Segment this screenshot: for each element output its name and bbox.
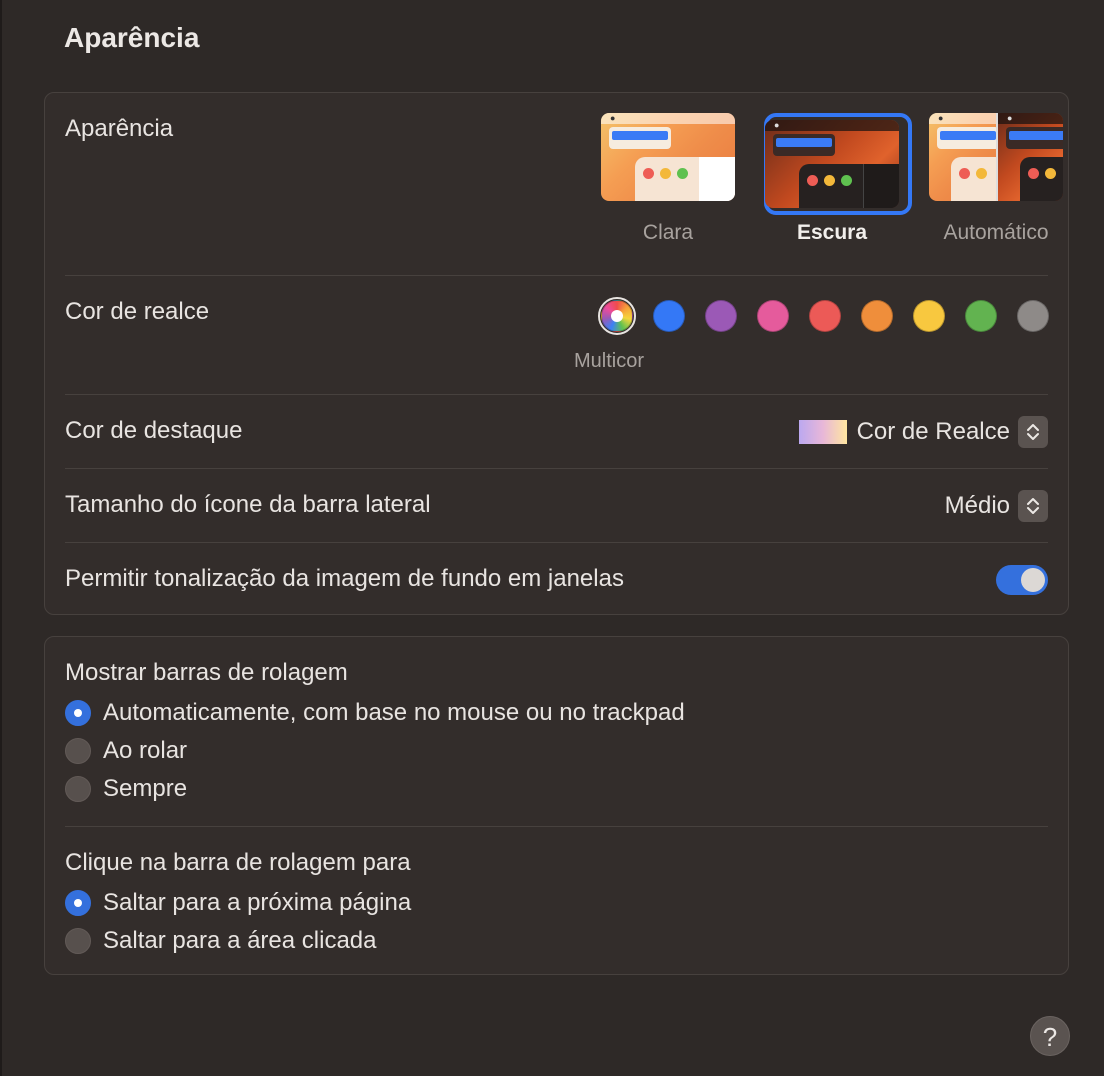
- radio-button[interactable]: [65, 700, 91, 726]
- highlight-color-swatch: [798, 420, 847, 444]
- highlight-color-popup[interactable]: Cor de Realce: [798, 415, 1048, 449]
- show-scrollbars-option-scrolling[interactable]: Ao rolar: [65, 736, 187, 766]
- appearance-label: Aparência: [65, 115, 174, 142]
- show-scrollbars-title: Mostrar barras de rolagem: [65, 659, 348, 686]
- radio-label: Ao rolar: [103, 737, 188, 764]
- accent-pink-swatch[interactable]: [757, 300, 789, 332]
- appearance-option-auto[interactable]: ● ● Automático: [921, 113, 1071, 245]
- wallpaper-tinting-row: Permitir tonalização da imagem de fundo …: [65, 543, 1048, 615]
- accent-purple-swatch[interactable]: [705, 300, 737, 332]
- appearance-group: Aparência ● Clara ● Escura ● ● Automátic…: [44, 92, 1069, 615]
- dark-preview: ●: [765, 120, 899, 208]
- settings-window: Aparência Aparência ● Clara ● Escura ● ●…: [0, 0, 1104, 1076]
- toggle-knob: [1021, 568, 1045, 592]
- accent-green-swatch[interactable]: [965, 300, 997, 332]
- appearance-option-dark-label: Escura: [796, 221, 868, 244]
- apple-icon: ●: [610, 113, 616, 123]
- radio-button[interactable]: [65, 776, 91, 802]
- sidebar-icon-size-row: Tamanho do ícone da barra lateral Médio: [65, 469, 1048, 541]
- accent-red-swatch[interactable]: [809, 300, 841, 332]
- scrollbar-group: Mostrar barras de rolagem Automaticament…: [44, 636, 1069, 975]
- click-scrollbar-option-next-page[interactable]: Saltar para a próxima página: [65, 888, 411, 918]
- highlight-color-row: Cor de destaque Cor de Realce: [65, 395, 1048, 467]
- accent-yellow-swatch[interactable]: [913, 300, 945, 332]
- highlight-color-value: Cor de Realce: [856, 418, 1010, 445]
- appearance-option-dark[interactable]: ● Escura: [757, 113, 912, 245]
- accent-blue-swatch[interactable]: [653, 300, 685, 332]
- show-scrollbars-option-always[interactable]: Sempre: [65, 774, 187, 804]
- show-scrollbars-option-auto[interactable]: Automaticamente, com base no mouse ou no…: [65, 698, 685, 728]
- radio-button[interactable]: [65, 890, 91, 916]
- radio-label: Saltar para a próxima página: [103, 889, 412, 916]
- click-scrollbar-title: Clique na barra de rolagem para: [65, 849, 411, 876]
- divider: [65, 826, 1048, 827]
- accent-multicolor-swatch[interactable]: [598, 297, 636, 335]
- appearance-option-light-label: Clara: [642, 221, 694, 244]
- apple-icon: ●: [774, 120, 780, 130]
- radio-button[interactable]: [65, 738, 91, 764]
- radio-label: Saltar para a área clicada: [103, 927, 377, 954]
- radio-button[interactable]: [65, 928, 91, 954]
- appearance-option-light[interactable]: ● Clara: [593, 113, 743, 245]
- wallpaper-tinting-label: Permitir tonalização da imagem de fundo …: [65, 565, 624, 592]
- accent-orange-swatch[interactable]: [861, 300, 893, 332]
- highlight-color-label: Cor de destaque: [65, 417, 243, 444]
- sidebar-icon-size-popup[interactable]: Médio: [945, 489, 1048, 523]
- accent-color-row: Cor de realce Multicor: [65, 276, 1049, 394]
- accent-color-label: Cor de realce: [65, 298, 210, 325]
- help-button[interactable]: ?: [1030, 1016, 1070, 1056]
- sidebar-icon-size-value: Médio: [944, 492, 1010, 519]
- radio-label: Automaticamente, com base no mouse ou no…: [103, 699, 685, 726]
- chevron-updown-icon: [1018, 416, 1048, 448]
- appearance-option-auto-label: Automático: [943, 221, 1049, 244]
- page-title: Aparência: [64, 22, 200, 53]
- auto-preview: ● ●: [929, 113, 1063, 201]
- sidebar-icon-size-label: Tamanho do ícone da barra lateral: [65, 491, 431, 518]
- chevron-updown-icon: [1018, 490, 1048, 522]
- radio-label: Sempre: [103, 775, 188, 802]
- click-scrollbar-option-clicked-spot[interactable]: Saltar para a área clicada: [65, 926, 377, 956]
- accent-graphite-swatch[interactable]: [1017, 300, 1049, 332]
- wallpaper-tinting-toggle[interactable]: [996, 565, 1048, 595]
- appearance-row: Aparência ● Clara ● Escura ● ● Automátic…: [65, 93, 1063, 275]
- light-preview: ●: [601, 113, 735, 201]
- accent-selected-caption: Multicor: [574, 350, 645, 372]
